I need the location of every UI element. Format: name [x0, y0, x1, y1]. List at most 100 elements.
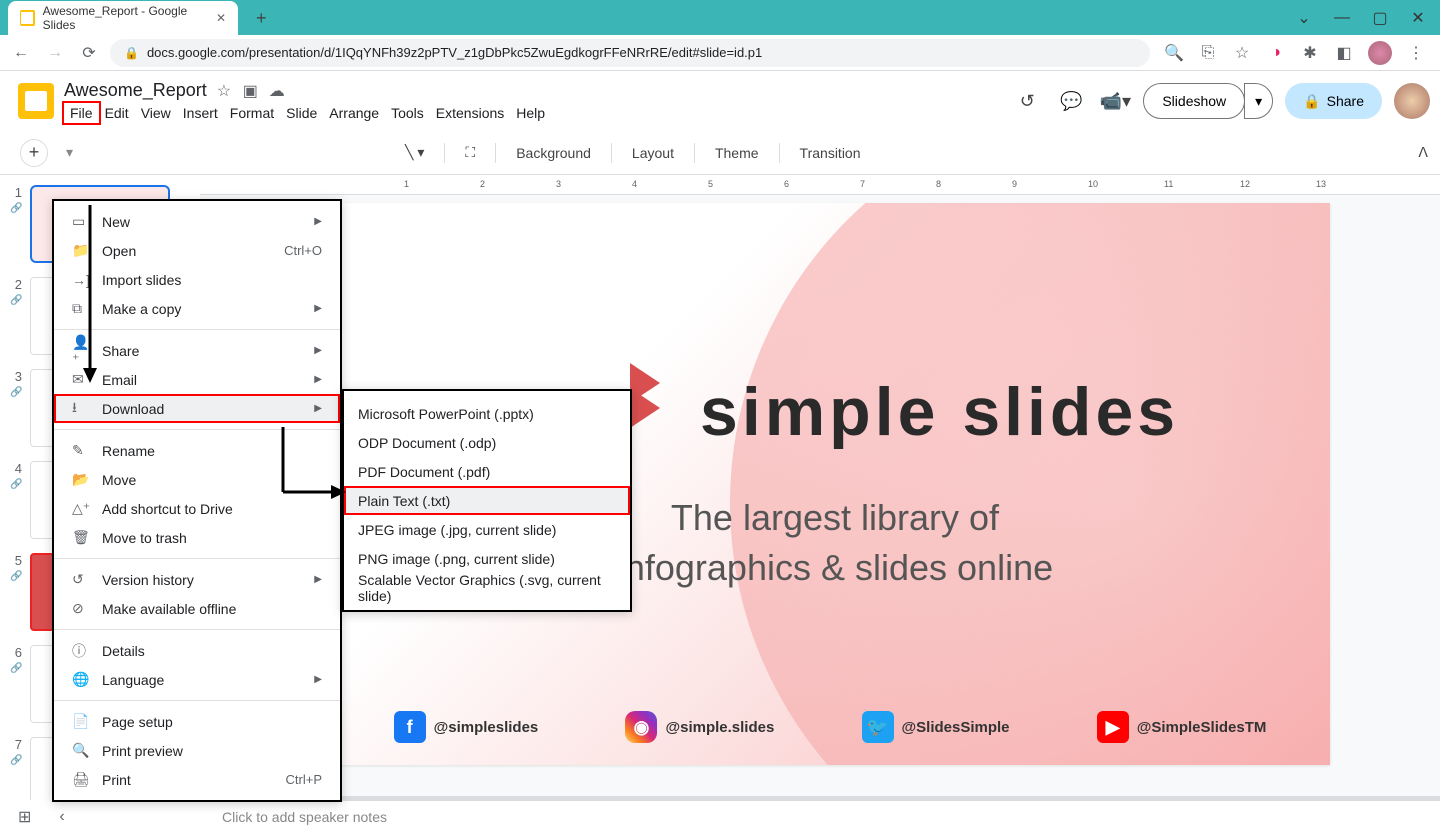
puzzle-icon[interactable]: ✱ [1300, 43, 1320, 63]
bottom-bar: ⊞ ‹ [0, 800, 200, 834]
download-icon: ⭳ [72, 397, 90, 421]
comments-icon[interactable]: 💬 [1055, 85, 1087, 117]
file-menu-print[interactable]: 🖨PrintCtrl+P [54, 765, 340, 794]
bookmark-icon[interactable]: ☆ [1232, 43, 1252, 63]
menu-insert[interactable]: Insert [177, 103, 224, 123]
download-pdf[interactable]: PDF Document (.pdf) [344, 457, 630, 486]
fit-tool[interactable]: ⛶ [457, 140, 483, 165]
page-icon: 📄 [72, 713, 90, 730]
menu-extensions[interactable]: Extensions [430, 103, 510, 123]
twitter-icon: 🐦 [862, 711, 894, 743]
browser-tab[interactable]: Awesome_Report - Google Slides ✕ [8, 1, 238, 35]
menu-icon[interactable]: ⋮ [1406, 43, 1426, 63]
slides-favicon [20, 10, 35, 26]
layout-button[interactable]: Layout [624, 141, 682, 165]
star-icon[interactable]: ☆ [217, 81, 235, 99]
print-icon: 🖨 [72, 771, 90, 788]
history-icon[interactable]: ↺ [1011, 85, 1043, 117]
close-window-button[interactable]: ✕ [1408, 8, 1428, 28]
annotation-arrow-2 [278, 427, 348, 507]
extension-icon[interactable]: ◑ [1266, 43, 1286, 63]
profile-avatar[interactable] [1368, 41, 1392, 65]
slide-title: simple slides [700, 373, 1179, 451]
link-icon: 🔗 [10, 479, 22, 490]
speaker-notes[interactable]: Click to add speaker notes [200, 800, 1440, 834]
account-avatar[interactable] [1394, 83, 1430, 119]
cloud-status-icon[interactable]: ☁ [269, 81, 287, 99]
link-icon: 🔗 [10, 571, 22, 582]
theme-button[interactable]: Theme [707, 141, 767, 165]
download-submenu: Microsoft PowerPoint (.pptx) ODP Documen… [342, 389, 632, 612]
back-button[interactable]: ← [8, 40, 34, 66]
lock-icon: 🔒 [124, 46, 139, 60]
download-pptx[interactable]: Microsoft PowerPoint (.pptx) [344, 399, 630, 428]
history-icon: ↺ [72, 571, 90, 588]
download-svg[interactable]: Scalable Vector Graphics (.svg, current … [344, 573, 630, 602]
menu-view[interactable]: View [135, 103, 177, 123]
slideshow-dropdown[interactable]: ▾ [1244, 83, 1273, 119]
file-menu-page-setup[interactable]: 📄Page setup [54, 707, 340, 736]
file-menu-language[interactable]: 🌐Language▶ [54, 665, 340, 694]
menu-format[interactable]: Format [224, 103, 280, 123]
minimize-button[interactable]: — [1332, 8, 1352, 28]
background-button[interactable]: Background [508, 141, 599, 165]
collapse-panel-icon[interactable]: ‹ [59, 808, 64, 826]
zoom-icon[interactable]: 🔍 [1164, 43, 1184, 63]
share-button[interactable]: 🔒 Share [1285, 83, 1382, 119]
forward-button[interactable]: → [42, 40, 68, 66]
preview-icon: 🔍 [72, 742, 90, 759]
menu-tools[interactable]: Tools [385, 103, 430, 123]
link-icon: 🔗 [10, 663, 22, 674]
download-png[interactable]: PNG image (.png, current slide) [344, 544, 630, 573]
transition-button[interactable]: Transition [792, 141, 869, 165]
download-txt[interactable]: Plain Text (.txt) [344, 486, 630, 515]
reload-button[interactable]: ⟳ [76, 40, 102, 66]
file-menu-details[interactable]: ⓘDetails [54, 636, 340, 665]
file-menu-preview[interactable]: 🔍Print preview [54, 736, 340, 765]
menu-file[interactable]: File [64, 103, 99, 123]
download-odp[interactable]: ODP Document (.odp) [344, 428, 630, 457]
menu-arrange[interactable]: Arrange [323, 103, 385, 123]
file-menu-version[interactable]: ↺Version history▶ [54, 565, 340, 594]
maximize-button[interactable]: ▢ [1370, 8, 1390, 28]
decorative-arrows [630, 363, 690, 423]
line-tool[interactable]: ╲ ▾ [397, 140, 432, 165]
slides-app-icon[interactable] [18, 83, 54, 119]
menubar: File Edit View Insert Format Slide Arran… [64, 103, 551, 123]
globe-icon: 🌐 [72, 671, 90, 688]
drive-shortcut-icon: △⁺ [72, 500, 90, 517]
annotation-arrow-1 [80, 205, 100, 385]
youtube-icon: ▶ [1097, 711, 1129, 743]
grid-view-icon[interactable]: ⊞ [18, 807, 31, 827]
app-header: Awesome_Report ☆ ▣ ☁ File Edit View Inse… [0, 71, 1440, 131]
offline-icon: ⊘ [72, 600, 90, 617]
move-folder-icon[interactable]: ▣ [243, 81, 261, 99]
lock-icon: 🔒 [1303, 93, 1320, 110]
social-row: f@simpleslides ◉@simple.slides 🐦@SlidesS… [330, 711, 1330, 743]
file-menu-download[interactable]: ⭳Download▶ [54, 394, 340, 423]
new-tab-button[interactable]: + [246, 2, 277, 35]
file-menu-offline[interactable]: ⊘Make available offline [54, 594, 340, 623]
expand-toolbar-button[interactable]: ᐱ [1418, 144, 1428, 161]
menu-help[interactable]: Help [510, 103, 551, 123]
menu-slide[interactable]: Slide [280, 103, 323, 123]
chevron-down-icon[interactable]: ⌄ [1294, 8, 1314, 28]
close-tab-icon[interactable]: ✕ [216, 11, 226, 25]
menu-edit[interactable]: Edit [99, 103, 135, 123]
slideshow-button[interactable]: Slideshow [1143, 83, 1245, 119]
info-icon: ⓘ [72, 641, 90, 661]
sidepanel-icon[interactable]: ◧ [1334, 43, 1354, 63]
address-bar: ← → ⟳ 🔒 docs.google.com/presentation/d/1… [0, 35, 1440, 71]
link-icon: 🔗 [10, 387, 22, 398]
doc-title[interactable]: Awesome_Report [64, 80, 207, 101]
toolbar: + ▾ ╲ ▾ ⛶ Background Layout Theme Transi… [0, 131, 1440, 175]
share-url-icon[interactable]: ⎘ [1198, 43, 1218, 63]
new-slide-button[interactable]: + [20, 139, 48, 167]
new-slide-dropdown[interactable]: ▾ [66, 144, 73, 161]
download-jpeg[interactable]: JPEG image (.jpg, current slide) [344, 515, 630, 544]
present-camera-icon[interactable]: 📹▾ [1099, 85, 1131, 117]
file-menu-trash[interactable]: 🗑Move to trash [54, 523, 340, 552]
url-text: docs.google.com/presentation/d/1IQqYNFh3… [147, 45, 762, 60]
url-field[interactable]: 🔒 docs.google.com/presentation/d/1IQqYNF… [110, 39, 1150, 67]
link-icon: 🔗 [10, 203, 22, 214]
